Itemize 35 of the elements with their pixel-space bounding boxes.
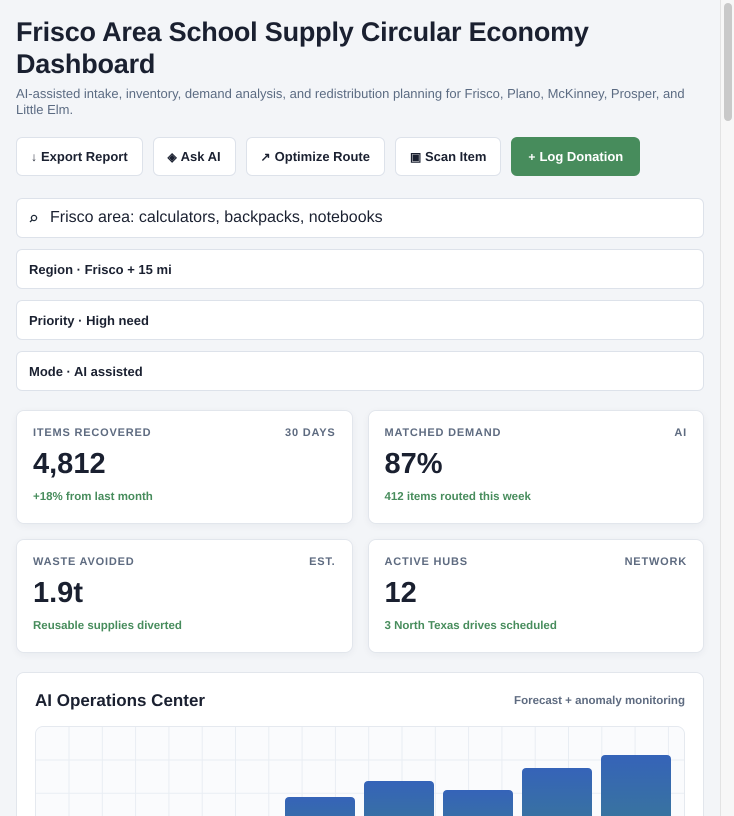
stat-label: ITEMS RECOVERED	[33, 427, 152, 439]
stat-label: MATCHED DEMAND	[384, 427, 502, 439]
action-button[interactable]: ↗ Optimize Route	[246, 137, 385, 176]
stat-tag: NETWORK	[624, 556, 687, 568]
filter-selector[interactable]: Priority · High need	[16, 300, 704, 340]
stat-tag: 30 DAYS	[285, 427, 336, 439]
action-button[interactable]: ▣ Scan Item	[395, 137, 502, 176]
action-button[interactable]: ◈ Ask AI	[152, 137, 236, 176]
stat-note: +18% from last month	[33, 491, 154, 503]
panel-subtitle: Forecast + anomaly monitoring	[514, 695, 685, 707]
filter-selector[interactable]: Region · Frisco + 15 mi	[16, 249, 704, 289]
action-button[interactable]: + Log Donation	[511, 137, 640, 176]
stat-value: 1.9t	[33, 576, 84, 610]
chart-bar	[522, 768, 592, 816]
scrollbar[interactable]	[720, 0, 734, 816]
page-subtitle: AI-assisted intake, inventory, demand analysis, and redistribution planning for Frisco, Plano, McKinney, Prosper, and Little Elm.	[16, 86, 686, 118]
stat-label: ACTIVE HUBS	[384, 556, 468, 568]
stat-value: 87%	[384, 447, 444, 481]
filter-selector[interactable]: Mode · AI assisted	[16, 351, 704, 391]
stat-note: 3 North Texas drives scheduled	[384, 620, 558, 632]
stat-note: 412 items routed this week	[384, 491, 532, 503]
action-button[interactable]: ↓ Export Report	[16, 137, 143, 176]
search-field[interactable]: Frisco area: calculators, backpacks, notebooks	[16, 198, 704, 238]
chart-bar	[364, 781, 434, 816]
chart-bar	[285, 797, 355, 816]
stat-label: WASTE AVOIDED	[33, 556, 134, 568]
stat-tag: EST.	[309, 556, 336, 568]
panel-title: AI Operations Center	[35, 691, 206, 711]
stat-tag: AI	[674, 427, 687, 439]
chart-bar	[443, 790, 513, 816]
page-title: Frisco Area School Supply Circular Economy Dashboard	[16, 16, 590, 80]
stat-value: 12	[384, 576, 418, 610]
stat-value: 4,812	[33, 447, 107, 481]
stat-note: Reusable supplies diverted	[33, 620, 183, 632]
chart-bar	[601, 755, 671, 816]
